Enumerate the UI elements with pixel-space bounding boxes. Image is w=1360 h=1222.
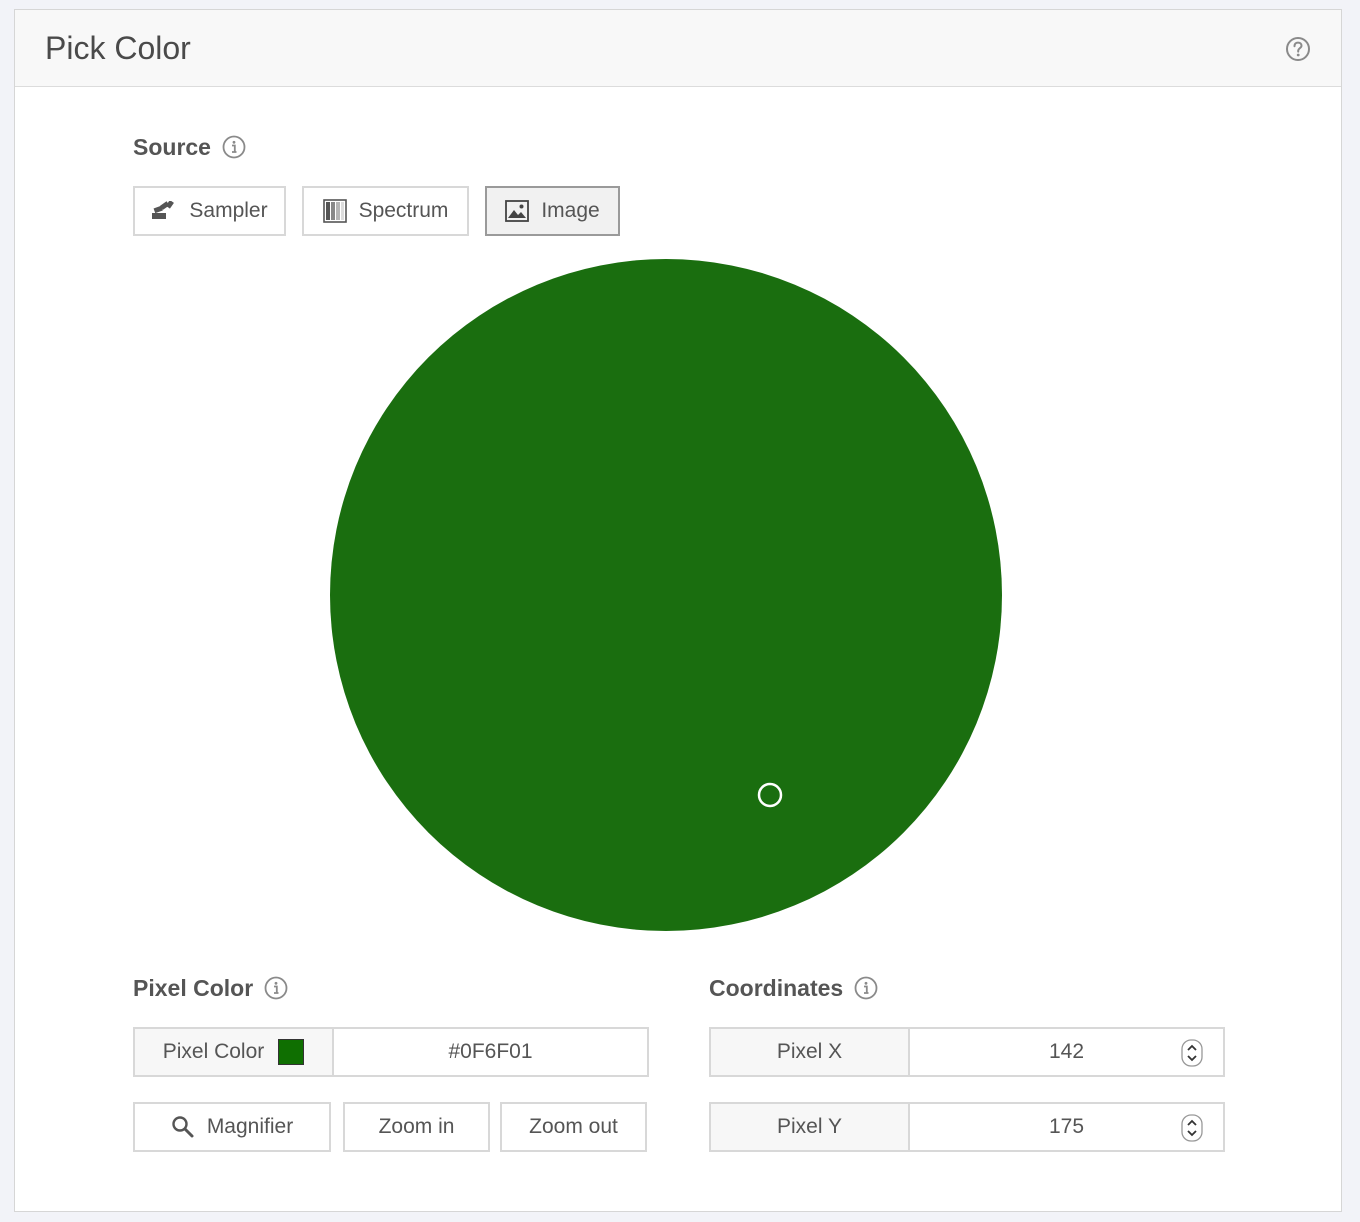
spectrum-label: Spectrum (358, 199, 449, 222)
source-label: Source (133, 134, 211, 160)
zoom-out-button[interactable]: Zoom out (500, 1102, 647, 1152)
sampler-button[interactable]: Sampler (133, 186, 286, 236)
spectrum-icon (322, 199, 347, 223)
spectrum-button[interactable]: Spectrum (302, 186, 469, 236)
pixel-y-stepper-icon[interactable] (1181, 1114, 1203, 1142)
pixel-color-info-icon[interactable] (264, 976, 288, 1000)
pixel-color-section-label: Pixel Color (133, 975, 254, 1001)
pixel-color-field: Pixel Color #0F6F01 (133, 1027, 649, 1077)
image-button[interactable]: Image (485, 186, 620, 236)
green-circle-image (330, 259, 1002, 931)
pixel-y-value: 175 (1048, 1115, 1085, 1138)
pixel-color-field-label-cell: Pixel Color (135, 1029, 334, 1075)
pixel-x-label: Pixel X (711, 1029, 910, 1075)
source-info-icon[interactable] (222, 135, 246, 159)
pixel-y-input[interactable]: 175 (910, 1104, 1223, 1150)
panel-header: Pick Color (15, 10, 1341, 87)
help-icon[interactable] (1285, 36, 1311, 62)
sampler-icon (152, 201, 175, 219)
pixel-x-stepper-icon[interactable] (1181, 1039, 1203, 1067)
panel-title: Pick Color (45, 30, 191, 66)
image-label: Image (541, 199, 600, 222)
coordinates-section-label: Coordinates (709, 975, 844, 1001)
pixel-y-field: Pixel Y 175 (709, 1102, 1225, 1152)
sampler-label: Sampler (189, 199, 268, 222)
magnifier-button[interactable]: Magnifier (133, 1102, 331, 1152)
coordinates-info-icon[interactable] (854, 976, 878, 1000)
pixel-x-field: Pixel X 142 (709, 1027, 1225, 1077)
pixel-color-value[interactable]: #0F6F01 (334, 1029, 647, 1075)
color-swatch (278, 1039, 305, 1065)
zoom-in-label: Zoom in (378, 1115, 455, 1138)
magnifier-label: Magnifier (206, 1115, 294, 1138)
pixel-color-field-label: Pixel Color (162, 1040, 265, 1063)
pixel-x-value: 142 (1048, 1040, 1085, 1063)
magnifier-icon (172, 1116, 194, 1138)
image-icon (505, 200, 530, 222)
zoom-out-label: Zoom out (529, 1115, 618, 1138)
pixel-x-input[interactable]: 142 (910, 1029, 1223, 1075)
pixel-y-label: Pixel Y (711, 1104, 910, 1150)
zoom-in-button[interactable]: Zoom in (343, 1102, 490, 1152)
image-canvas[interactable] (329, 258, 1003, 932)
